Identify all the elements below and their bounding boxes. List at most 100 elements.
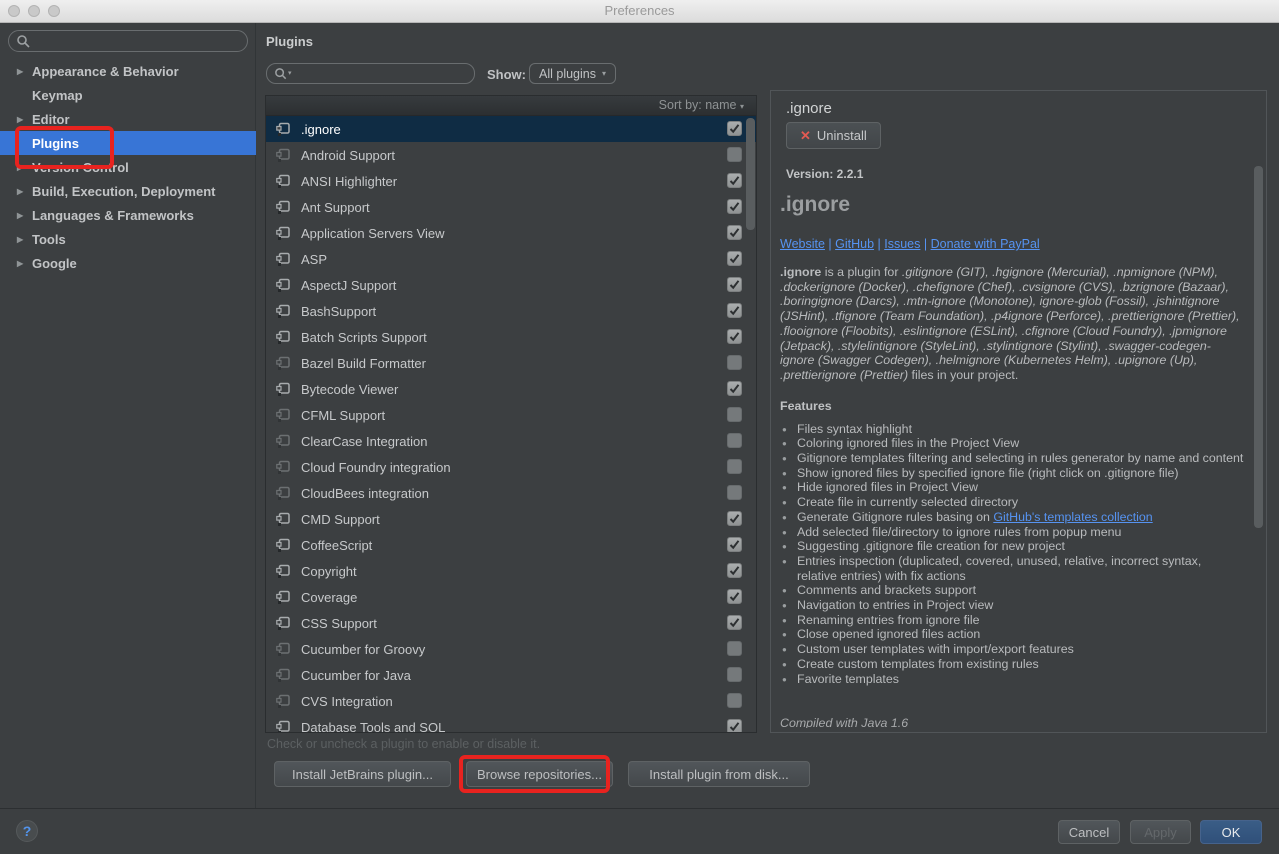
plugin-enabled-checkbox[interactable] xyxy=(727,381,742,396)
show-filter-dropdown[interactable]: All plugins ▾ xyxy=(529,63,616,84)
plugin-row-cucumber-for-java[interactable]: Cucumber for Java xyxy=(266,662,756,688)
plugin-enabled-checkbox[interactable] xyxy=(727,485,742,500)
link-github-templates-collection[interactable]: GitHub's templates collection xyxy=(993,510,1152,524)
plugin-list-scrollbar[interactable] xyxy=(746,118,755,230)
link-website[interactable]: Website xyxy=(780,237,825,251)
compiled-note: Compiled with Java 1.6 xyxy=(780,716,1244,728)
plugin-row-ansi-highlighter[interactable]: ANSI Highlighter xyxy=(266,168,756,194)
plugin-row-cloudbees-integration[interactable]: CloudBees integration xyxy=(266,480,756,506)
plugin-row-android-support[interactable]: Android Support xyxy=(266,142,756,168)
details-scrollbar[interactable] xyxy=(1254,166,1263,528)
plugin-row-aspectj-support[interactable]: AspectJ Support xyxy=(266,272,756,298)
plugin-enabled-checkbox[interactable] xyxy=(727,667,742,682)
install-jetbrains-plugin-button[interactable]: Install JetBrains plugin... xyxy=(274,761,451,787)
plugin-enabled-checkbox[interactable] xyxy=(727,693,742,708)
plugin-enabled-checkbox[interactable] xyxy=(727,225,742,240)
plugin-enabled-checkbox[interactable] xyxy=(727,277,742,292)
plugin-enabled-checkbox[interactable] xyxy=(727,121,742,136)
chevron-down-icon[interactable]: ▾ xyxy=(288,69,292,77)
plugin-enabled-checkbox[interactable] xyxy=(727,329,742,344)
plugin-name: Cucumber for Java xyxy=(301,668,411,683)
plugin-enabled-checkbox[interactable] xyxy=(727,147,742,162)
sidebar-item-keymap[interactable]: Keymap xyxy=(0,83,256,107)
plugin-enabled-checkbox[interactable] xyxy=(727,589,742,604)
plugin-name: CVS Integration xyxy=(301,694,393,709)
plugin-row-cvs-integration[interactable]: CVS Integration xyxy=(266,688,756,714)
chevron-right-icon[interactable]: ▶ xyxy=(17,187,32,196)
plugin-row-bytecode-viewer[interactable]: Bytecode Viewer xyxy=(266,376,756,402)
plugin-row-cloud-foundry-integration[interactable]: Cloud Foundry integration xyxy=(266,454,756,480)
plugin-icon xyxy=(275,147,291,163)
plugin-enabled-checkbox[interactable] xyxy=(727,459,742,474)
plugin-name: CoffeeScript xyxy=(301,538,372,553)
sidebar-item-label: Appearance & Behavior xyxy=(32,64,179,79)
plugin-icon xyxy=(275,225,291,241)
help-button[interactable]: ? xyxy=(16,820,38,842)
plugin-row-cmd-support[interactable]: CMD Support xyxy=(266,506,756,532)
plugin-row-bashsupport[interactable]: BashSupport xyxy=(266,298,756,324)
ok-button[interactable]: OK xyxy=(1200,820,1262,844)
plugin-row-ant-support[interactable]: Ant Support xyxy=(266,194,756,220)
plugin-row-coverage[interactable]: Coverage xyxy=(266,584,756,610)
plugin-enabled-checkbox[interactable] xyxy=(727,511,742,526)
chevron-right-icon[interactable]: ▶ xyxy=(17,235,32,244)
link-github[interactable]: GitHub xyxy=(835,237,874,251)
chevron-right-icon[interactable]: ▶ xyxy=(17,259,32,268)
sidebar-item-appearance-behavior[interactable]: ▶Appearance & Behavior xyxy=(0,59,256,83)
plugin-enabled-checkbox[interactable] xyxy=(727,433,742,448)
plugin-enabled-checkbox[interactable] xyxy=(727,407,742,422)
sidebar-item-build-execution-deployment[interactable]: ▶Build, Execution, Deployment xyxy=(0,179,256,203)
chevron-right-icon[interactable]: ▶ xyxy=(17,67,32,76)
install-plugin-from-disk-button[interactable]: Install plugin from disk... xyxy=(628,761,810,787)
plugin-enabled-checkbox[interactable] xyxy=(727,537,742,552)
apply-button[interactable]: Apply xyxy=(1130,820,1191,844)
plugin-enabled-checkbox[interactable] xyxy=(727,563,742,578)
plugin-row-application-servers-view[interactable]: Application Servers View xyxy=(266,220,756,246)
plugin-icon xyxy=(275,667,291,683)
feature-item: Hide ignored files in Project View xyxy=(780,480,1244,495)
sidebar-item-languages-frameworks[interactable]: ▶Languages & Frameworks xyxy=(0,203,256,227)
chevron-right-icon[interactable]: ▶ xyxy=(17,211,32,220)
dialog-footer: ? Cancel Apply OK xyxy=(0,808,1279,854)
sidebar-item-tools[interactable]: ▶Tools xyxy=(0,227,256,251)
plugin-row-ignore[interactable]: .ignore xyxy=(266,116,756,142)
plugin-row-asp[interactable]: ASP xyxy=(266,246,756,272)
sidebar-item-label: Build, Execution, Deployment xyxy=(32,184,215,199)
plugin-row-database-tools-and-sql[interactable]: Database Tools and SQL xyxy=(266,714,756,733)
chevron-down-icon: ▾ xyxy=(602,69,606,78)
plugin-enabled-checkbox[interactable] xyxy=(727,303,742,318)
plugin-icon xyxy=(275,433,291,449)
plugin-enabled-checkbox[interactable] xyxy=(727,355,742,370)
plugin-row-css-support[interactable]: CSS Support xyxy=(266,610,756,636)
plugin-row-coffeescript[interactable]: CoffeeScript xyxy=(266,532,756,558)
plugin-details-panel: .ignore ✕ Uninstall Version: 2.2.1 .igno… xyxy=(770,90,1267,733)
link-issues[interactable]: Issues xyxy=(884,237,920,251)
plugin-enabled-checkbox[interactable] xyxy=(727,719,742,733)
traffic-light-close-icon[interactable] xyxy=(8,5,20,17)
sort-by-header[interactable]: Sort by: name ▾ xyxy=(266,96,756,116)
uninstall-button[interactable]: ✕ Uninstall xyxy=(786,122,881,149)
sidebar-item-google[interactable]: ▶Google xyxy=(0,251,256,275)
plugin-search-input[interactable]: ▾ xyxy=(266,63,475,84)
plugin-enabled-checkbox[interactable] xyxy=(727,641,742,656)
plugin-row-copyright[interactable]: Copyright xyxy=(266,558,756,584)
traffic-light-zoom-icon[interactable] xyxy=(48,5,60,17)
plugin-row-cfml-support[interactable]: CFML Support xyxy=(266,402,756,428)
chevron-right-icon[interactable]: ▶ xyxy=(17,115,32,124)
plugin-enabled-checkbox[interactable] xyxy=(727,615,742,630)
plugin-enabled-checkbox[interactable] xyxy=(727,251,742,266)
plugin-enabled-checkbox[interactable] xyxy=(727,199,742,214)
plugin-row-batch-scripts-support[interactable]: Batch Scripts Support xyxy=(266,324,756,350)
plugin-row-clearcase-integration[interactable]: ClearCase Integration xyxy=(266,428,756,454)
show-label: Show: xyxy=(487,67,526,82)
traffic-light-minimize-icon[interactable] xyxy=(28,5,40,17)
plugin-row-bazel-build-formatter[interactable]: Bazel Build Formatter xyxy=(266,350,756,376)
show-filter-value: All plugins xyxy=(539,67,596,81)
sidebar-search-input[interactable] xyxy=(8,30,248,52)
plugin-row-cucumber-for-groovy[interactable]: Cucumber for Groovy xyxy=(266,636,756,662)
plugin-enabled-checkbox[interactable] xyxy=(727,173,742,188)
link-donate-with-paypal[interactable]: Donate with PayPal xyxy=(931,237,1040,251)
cancel-button[interactable]: Cancel xyxy=(1058,820,1120,844)
plugin-name: CSS Support xyxy=(301,616,377,631)
annotation-box-plugins xyxy=(15,126,114,169)
